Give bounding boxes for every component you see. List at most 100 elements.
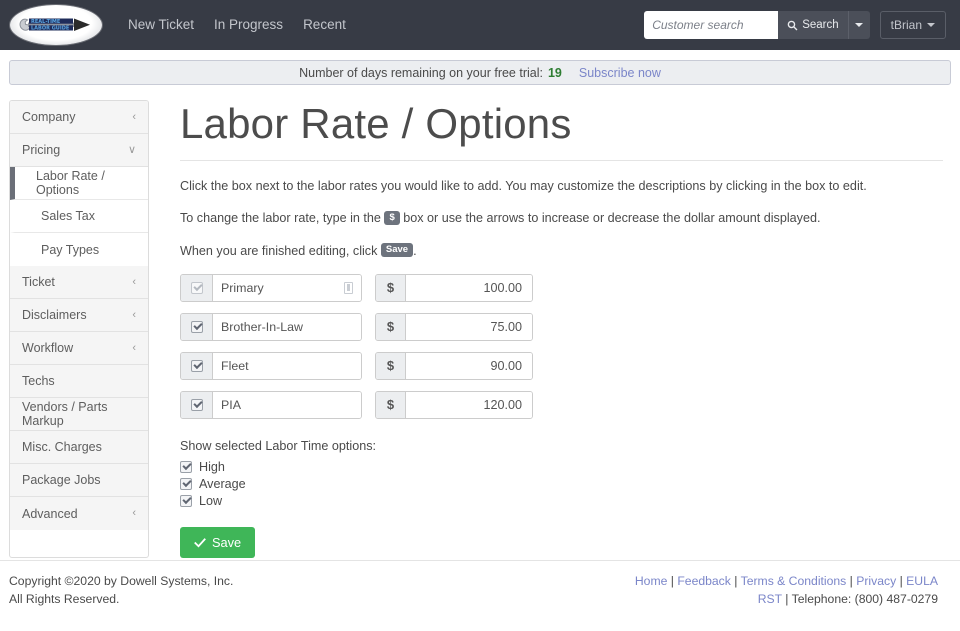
labor-rate-amount-input[interactable]: [406, 353, 532, 379]
sidebar-item-techs[interactable]: Techs: [10, 365, 148, 398]
sidebar-item-pricing[interactable]: Pricing ∨: [10, 134, 148, 167]
search-input[interactable]: [644, 11, 778, 39]
sidebar-item-company[interactable]: Company ‹: [10, 101, 148, 134]
instruction-line-3-pre: When you are finished editing, click: [180, 244, 377, 258]
customer-search-group: Search: [644, 11, 869, 39]
labor-rate-amount-input[interactable]: [406, 275, 532, 301]
footer-telephone: Telephone: (800) 487-0279: [792, 592, 938, 606]
sidebar-item-label: Ticket: [22, 275, 55, 289]
save-badge-icon: Save: [381, 243, 413, 257]
sidebar-subitem-pay-types[interactable]: Pay Types: [10, 233, 148, 266]
svg-text:LABOR GUIDE: LABOR GUIDE: [31, 26, 70, 32]
sidebar-item-label: Pricing: [22, 143, 60, 157]
sidebar-item-vendors-parts-markup[interactable]: Vendors / Parts Markup: [10, 398, 148, 431]
sidebar-item-disclaimers[interactable]: Disclaimers ‹: [10, 299, 148, 332]
instruction-line-1: Click the box next to the labor rates yo…: [180, 177, 943, 195]
footer-link-privacy[interactable]: Privacy: [856, 574, 896, 588]
chevron-down-icon: [927, 23, 935, 27]
subscribe-now-link[interactable]: Subscribe now: [579, 66, 661, 80]
search-options-dropdown-button[interactable]: [848, 11, 870, 39]
labor-rate-amount-group: $: [375, 274, 533, 302]
labor-rate-checkbox[interactable]: [191, 282, 203, 294]
sidebar-item-label: Vendors / Parts Markup: [22, 400, 136, 428]
currency-symbol: $: [376, 314, 406, 340]
labor-time-option-label: High: [199, 460, 225, 474]
sidebar-item-ticket[interactable]: Ticket ‹: [10, 266, 148, 299]
sidebar-subitem-sales-tax[interactable]: Sales Tax: [10, 200, 148, 233]
footer-copyright-line-2: All Rights Reserved.: [9, 591, 233, 609]
labor-rate-description-group: [180, 352, 362, 380]
sidebar-item-label: Disclaimers: [22, 308, 87, 322]
labor-rate-checkbox-addon[interactable]: [181, 314, 213, 340]
nav-link-in-progress[interactable]: In Progress: [214, 0, 283, 50]
footer-link-terms-conditions[interactable]: Terms & Conditions: [741, 574, 847, 588]
footer-link-eula[interactable]: EULA: [906, 574, 938, 588]
user-menu-button[interactable]: tBrian: [880, 11, 946, 39]
footer-separator: |: [850, 574, 853, 588]
labor-rate-checkbox[interactable]: [191, 360, 203, 372]
footer-link-home[interactable]: Home: [635, 574, 668, 588]
sidebar-item-advanced[interactable]: Advanced ‹: [10, 497, 148, 530]
labor-rate-amount-group: $: [375, 391, 533, 419]
save-button-label: Save: [212, 535, 241, 550]
brand-logo-icon: REAL-TIME LABOR GUIDE: [12, 7, 100, 43]
sidebar-item-misc-charges[interactable]: Misc. Charges: [10, 431, 148, 464]
sidebar-item-package-jobs[interactable]: Package Jobs: [10, 464, 148, 497]
labor-rate-description-input[interactable]: [213, 353, 361, 379]
sidebar-subitem-label: Labor Rate / Options: [36, 169, 148, 197]
labor-time-option-label: Average: [199, 477, 246, 491]
save-button[interactable]: Save: [180, 527, 255, 558]
chevron-left-icon: ‹: [132, 343, 136, 354]
primary-nav: New Ticket In Progress Recent: [128, 0, 346, 50]
labor-time-checkbox[interactable]: [180, 495, 192, 507]
nav-link-recent[interactable]: Recent: [303, 0, 346, 50]
navbar-right-group: Search tBrian: [644, 0, 946, 50]
footer-separator: |: [671, 574, 674, 588]
labor-rate-checkbox[interactable]: [191, 321, 203, 333]
labor-rate-row: $: [180, 391, 943, 419]
labor-rate-amount-input[interactable]: [406, 392, 532, 418]
chevron-left-icon: ‹: [132, 310, 136, 321]
sidebar-item-label: Package Jobs: [22, 473, 101, 487]
labor-rate-description-input[interactable]: [213, 314, 361, 340]
top-navbar: REAL-TIME LABOR GUIDE New Ticket In Prog…: [0, 0, 960, 50]
labor-time-checkbox[interactable]: [180, 478, 192, 490]
currency-symbol: $: [376, 392, 406, 418]
lock-icon: [344, 282, 353, 294]
labor-rate-checkbox[interactable]: [191, 399, 203, 411]
labor-rate-description-input[interactable]: [213, 392, 361, 418]
labor-time-checkbox[interactable]: [180, 461, 192, 473]
footer-link-rst[interactable]: RST: [758, 592, 782, 606]
brand-logo[interactable]: REAL-TIME LABOR GUIDE: [10, 5, 102, 45]
user-menu-label: tBrian: [891, 18, 922, 32]
app-window: REAL-TIME LABOR GUIDE New Ticket In Prog…: [0, 0, 960, 631]
labor-time-option-low[interactable]: Low: [180, 494, 943, 508]
labor-time-option-average[interactable]: Average: [180, 477, 943, 491]
labor-rate-checkbox-addon[interactable]: [181, 353, 213, 379]
labor-time-option-high[interactable]: High: [180, 460, 943, 474]
instruction-line-2: To change the labor rate, type in the $ …: [180, 209, 943, 227]
free-trial-text: Number of days remaining on your free tr…: [299, 66, 543, 80]
instruction-line-2-pre: To change the labor rate, type in the: [180, 211, 381, 225]
footer-links-row-1: Home | Feedback | Terms & Conditions | P…: [635, 573, 938, 591]
footer-separator: |: [734, 574, 737, 588]
labor-rate-description-input[interactable]: [213, 275, 339, 301]
labor-rate-checkbox-addon[interactable]: [181, 275, 213, 301]
check-icon: [194, 537, 206, 548]
sidebar-item-label: Techs: [22, 374, 55, 388]
labor-rate-amount-input[interactable]: [406, 314, 532, 340]
sidebar-subitem-labor-rate-options[interactable]: Labor Rate / Options: [10, 167, 148, 200]
footer-link-feedback[interactable]: Feedback: [677, 574, 731, 588]
instruction-line-2-post: box or use the arrows to increase or dec…: [403, 211, 820, 225]
search-button[interactable]: Search: [778, 11, 847, 39]
sidebar-subitem-label: Sales Tax: [41, 209, 95, 223]
instruction-line-3-post: .: [413, 244, 417, 258]
sidebar-item-workflow[interactable]: Workflow ‹: [10, 332, 148, 365]
page-footer: Copyright ©2020 by Dowell Systems, Inc. …: [0, 560, 960, 631]
dollar-badge-icon: $: [384, 211, 399, 225]
labor-rate-checkbox-addon[interactable]: [181, 392, 213, 418]
search-icon: [787, 20, 798, 31]
labor-rate-lock-addon: [339, 275, 361, 301]
nav-link-new-ticket[interactable]: New Ticket: [128, 0, 194, 50]
labor-time-option-label: Low: [199, 494, 222, 508]
